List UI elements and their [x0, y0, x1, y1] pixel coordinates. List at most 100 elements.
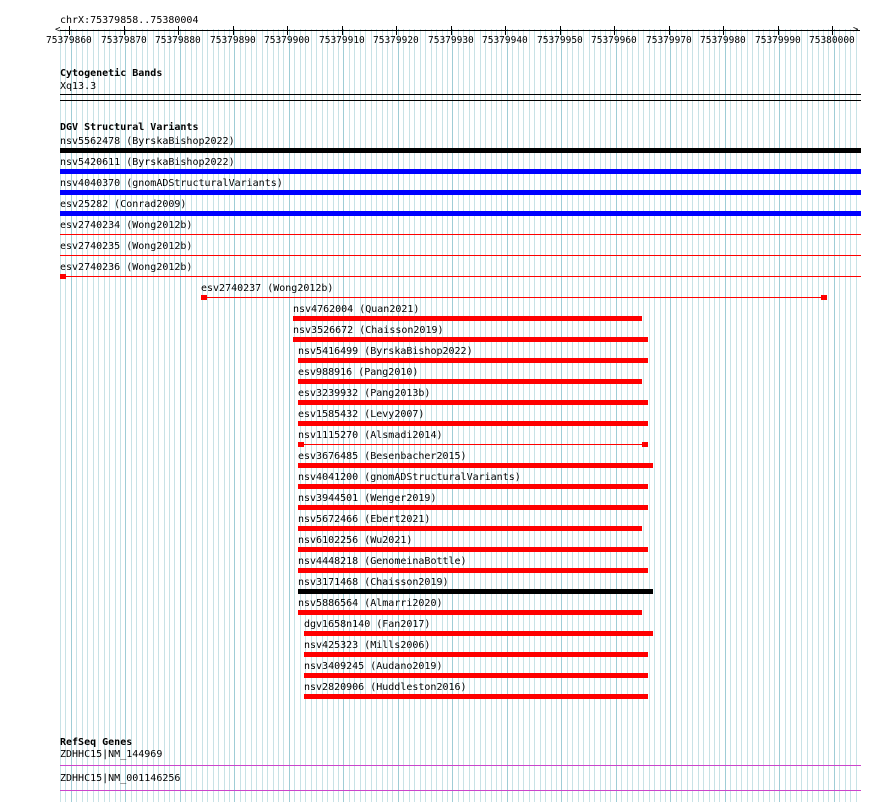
- grid-line: [632, 29, 633, 802]
- ruler-tick: [233, 26, 234, 35]
- ruler-tick-label: 75379900: [264, 35, 310, 46]
- ruler-axis-line: [60, 30, 860, 31]
- sv-feature-bar[interactable]: [304, 631, 653, 636]
- sv-feature-block[interactable]: [642, 442, 648, 447]
- refseq-gene-line[interactable]: [60, 765, 861, 766]
- grid-line: [785, 29, 786, 802]
- ruler-tick: [614, 26, 615, 35]
- ruler-tick-label: 75379870: [101, 35, 147, 46]
- sv-feature-line[interactable]: [60, 234, 861, 235]
- sv-feature-label[interactable]: nsv425323 (Mills2006): [304, 640, 430, 651]
- sv-feature-label[interactable]: nsv6102256 (Wu2021): [298, 535, 412, 546]
- sv-feature-bar[interactable]: [298, 589, 653, 594]
- sv-feature-label[interactable]: esv2740236 (Wong2012b): [60, 262, 192, 273]
- sv-feature-bar[interactable]: [298, 526, 642, 531]
- sv-feature-bar[interactable]: [298, 568, 648, 573]
- sv-feature-label[interactable]: nsv5562478 (ByrskaBishop2022): [60, 136, 235, 147]
- sv-feature-label[interactable]: esv1585432 (Levy2007): [298, 409, 424, 420]
- sv-feature-label[interactable]: nsv4448218 (GenomeinaBottle): [298, 556, 467, 567]
- sv-feature-label[interactable]: nsv5672466 (Ebert2021): [298, 514, 430, 525]
- sv-feature-bar[interactable]: [304, 694, 648, 699]
- grid-line: [801, 29, 802, 802]
- sv-feature-bar[interactable]: [298, 379, 642, 384]
- ruler-tick: [396, 26, 397, 35]
- grid-line: [709, 29, 710, 802]
- grid-line: [540, 29, 541, 802]
- sv-feature-label[interactable]: esv25282 (Conrad2009): [60, 199, 186, 210]
- sv-feature-bar[interactable]: [298, 400, 648, 405]
- sv-feature-label[interactable]: nsv3409245 (Audano2019): [304, 661, 442, 672]
- grid-line: [251, 29, 252, 802]
- grid-line: [474, 29, 475, 802]
- cytoband-label[interactable]: Xq13.3: [60, 81, 96, 92]
- sv-feature-label[interactable]: nsv4041200 (gnomADStructuralVariants): [298, 472, 521, 483]
- sv-feature-bar[interactable]: [60, 190, 861, 195]
- sv-feature-line[interactable]: [201, 297, 827, 298]
- grid-line: [294, 29, 295, 802]
- sv-feature-label[interactable]: nsv1115270 (Alsmadi2014): [298, 430, 443, 441]
- grid-line: [698, 29, 699, 802]
- grid-line: [703, 29, 704, 802]
- sv-feature-label[interactable]: nsv4040370 (gnomADStructuralVariants): [60, 178, 283, 189]
- grid-line: [512, 29, 513, 802]
- grid-line: [610, 29, 611, 802]
- grid-line: [752, 29, 753, 802]
- grid-line: [807, 29, 808, 802]
- sv-feature-bar[interactable]: [60, 148, 861, 153]
- grid-line: [545, 29, 546, 802]
- grid-line: [278, 29, 279, 802]
- sv-feature-bar[interactable]: [298, 505, 648, 510]
- sv-feature-label[interactable]: nsv3526672 (Chaisson2019): [293, 325, 444, 336]
- sv-feature-block[interactable]: [201, 295, 207, 300]
- grid-line: [567, 29, 568, 802]
- sv-feature-line[interactable]: [60, 255, 861, 256]
- sv-feature-label[interactable]: nsv2820906 (Huddleston2016): [304, 682, 467, 693]
- grid-line: [245, 29, 246, 802]
- sv-feature-block[interactable]: [298, 442, 304, 447]
- grid-line: [262, 29, 263, 802]
- sv-feature-line[interactable]: [298, 444, 648, 445]
- sv-feature-line[interactable]: [60, 276, 861, 277]
- sv-feature-label[interactable]: esv3239932 (Pang2013b): [298, 388, 430, 399]
- grid-line: [289, 29, 290, 802]
- sv-feature-bar[interactable]: [304, 673, 648, 678]
- grid-line: [605, 29, 606, 802]
- sv-feature-label[interactable]: esv2740235 (Wong2012b): [60, 241, 192, 252]
- sv-feature-label[interactable]: esv988916 (Pang2010): [298, 367, 418, 378]
- sv-feature-bar[interactable]: [304, 652, 648, 657]
- refseq-gene-label[interactable]: ZDHHC15|NM_001146256: [60, 773, 180, 784]
- sv-feature-bar[interactable]: [60, 169, 861, 174]
- sv-feature-block[interactable]: [60, 274, 66, 279]
- sv-feature-label[interactable]: nsv5420611 (ByrskaBishop2022): [60, 157, 235, 168]
- sv-feature-label[interactable]: nsv5416499 (ByrskaBishop2022): [298, 346, 473, 357]
- sv-feature-bar[interactable]: [298, 610, 642, 615]
- grid-line: [551, 29, 552, 802]
- sv-feature-bar[interactable]: [298, 484, 648, 489]
- ruler-tick-label: 75379960: [591, 35, 637, 46]
- sv-feature-label[interactable]: dgv1658n140 (Fan2017): [304, 619, 430, 630]
- sv-feature-bar[interactable]: [60, 211, 861, 216]
- grid-line: [774, 29, 775, 802]
- ruler-tick: [723, 26, 724, 35]
- sv-feature-block[interactable]: [821, 295, 827, 300]
- sv-feature-bar[interactable]: [293, 337, 648, 342]
- sv-feature-label[interactable]: esv3676485 (Besenbacher2015): [298, 451, 467, 462]
- ruler-tick-label: 75379950: [537, 35, 583, 46]
- ruler-tick-label: 75379860: [46, 35, 92, 46]
- sv-feature-label[interactable]: esv2740234 (Wong2012b): [60, 220, 192, 231]
- sv-feature-bar[interactable]: [298, 463, 653, 468]
- sv-feature-bar[interactable]: [298, 547, 648, 552]
- sv-feature-label[interactable]: nsv3944501 (Wenger2019): [298, 493, 436, 504]
- refseq-gene-line[interactable]: [60, 790, 861, 791]
- grid-line: [763, 29, 764, 802]
- grid-line: [583, 29, 584, 802]
- sv-feature-bar[interactable]: [293, 316, 642, 321]
- refseq-gene-label[interactable]: ZDHHC15|NM_144969: [60, 749, 162, 760]
- ruler-tick: [178, 26, 179, 35]
- sv-feature-bar[interactable]: [298, 421, 648, 426]
- sv-feature-label[interactable]: nsv5886564 (Almarri2020): [298, 598, 443, 609]
- sv-feature-label[interactable]: nsv4762004 (Quan2021): [293, 304, 419, 315]
- sv-feature-bar[interactable]: [298, 358, 648, 363]
- sv-feature-label[interactable]: esv2740237 (Wong2012b): [201, 283, 333, 294]
- sv-feature-label[interactable]: nsv3171468 (Chaisson2019): [298, 577, 449, 588]
